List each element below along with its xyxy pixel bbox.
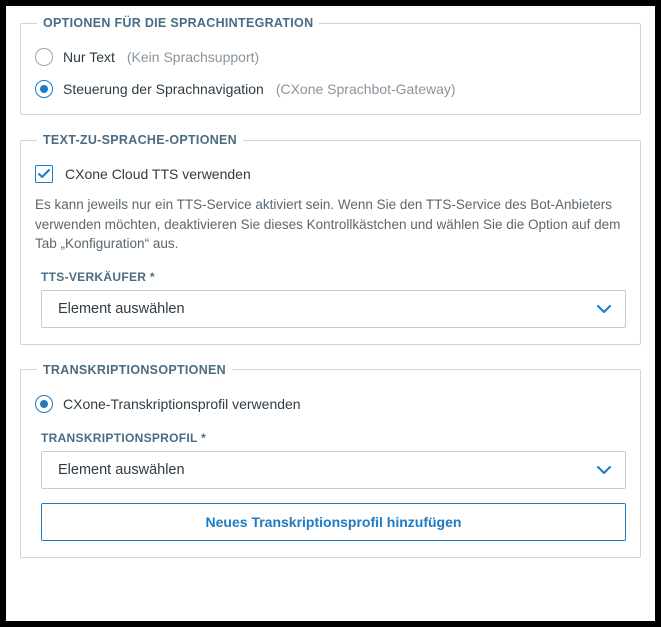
transcription-profile-value: Element auswählen	[58, 462, 185, 478]
voice-option-label: Steuerung der Sprachnavigation	[63, 81, 264, 97]
transcription-profile-select[interactable]: Element auswählen	[41, 451, 626, 489]
tts-help-text: Es kann jeweils nur ein TTS-Service akti…	[35, 195, 626, 254]
add-button-label: Neues Transkriptionsprofil hinzufügen	[206, 514, 462, 530]
voice-option-hint: (Kein Sprachsupport)	[127, 49, 259, 65]
chevron-down-icon	[597, 301, 611, 317]
radio-icon	[35, 80, 53, 98]
transcription-radio-label: CXone-Transkriptionsprofil verwenden	[63, 396, 301, 412]
tts-checkbox-label: CXone Cloud TTS verwenden	[65, 166, 251, 182]
voice-integration-group: OPTIONEN FÜR DIE SPRACHINTEGRATION Nur T…	[20, 16, 641, 115]
voice-option-text-only[interactable]: Nur Text (Kein Sprachsupport)	[35, 48, 626, 66]
voice-integration-legend: OPTIONEN FÜR DIE SPRACHINTEGRATION	[37, 16, 319, 30]
transcription-profile-label: TRANSKRIPTIONSPROFIL *	[41, 431, 626, 445]
tts-vendor-label: TTS-VERKÄUFER *	[41, 270, 626, 284]
voice-option-label: Nur Text	[63, 49, 115, 65]
add-transcription-profile-button[interactable]: Neues Transkriptionsprofil hinzufügen	[41, 503, 626, 541]
radio-icon	[35, 395, 53, 413]
tts-vendor-select[interactable]: Element auswählen	[41, 290, 626, 328]
transcription-legend: TRANSKRIPTIONSOPTIONEN	[37, 363, 232, 377]
transcription-options-group: TRANSKRIPTIONSOPTIONEN CXone-Transkripti…	[20, 363, 641, 558]
chevron-down-icon	[597, 462, 611, 478]
transcription-use-profile-radio[interactable]: CXone-Transkriptionsprofil verwenden	[35, 395, 626, 413]
tts-options-group: TEXT-ZU-SPRACHE-OPTIONEN CXone Cloud TTS…	[20, 133, 641, 345]
voice-option-speech-nav[interactable]: Steuerung der Sprachnavigation (CXone Sp…	[35, 80, 626, 98]
checkbox-icon	[35, 165, 53, 183]
voice-option-hint: (CXone Sprachbot-Gateway)	[276, 81, 456, 97]
settings-panel: OPTIONEN FÜR DIE SPRACHINTEGRATION Nur T…	[6, 6, 655, 621]
tts-use-cloud-checkbox[interactable]: CXone Cloud TTS verwenden	[35, 165, 626, 183]
tts-vendor-value: Element auswählen	[58, 301, 185, 317]
radio-icon	[35, 48, 53, 66]
tts-legend: TEXT-ZU-SPRACHE-OPTIONEN	[37, 133, 243, 147]
